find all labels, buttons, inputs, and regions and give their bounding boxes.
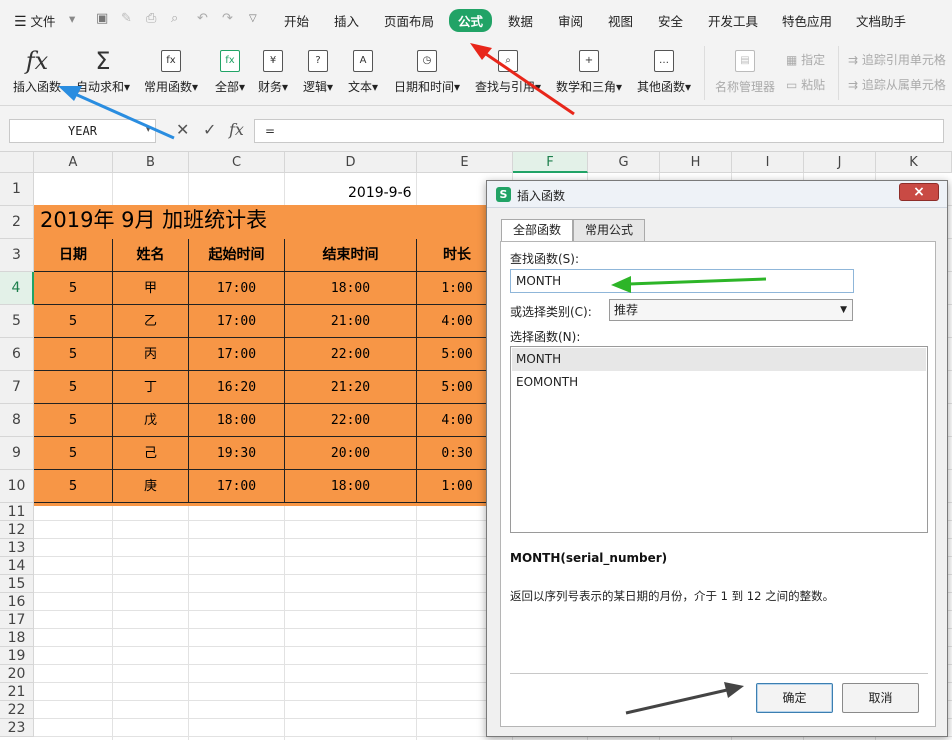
annotation-arrows xyxy=(58,43,767,715)
red-arrow-icon xyxy=(470,43,575,116)
gray-arrow-icon xyxy=(625,682,744,715)
green-arrow-icon xyxy=(611,276,767,293)
blue-arrow-icon xyxy=(58,86,175,140)
